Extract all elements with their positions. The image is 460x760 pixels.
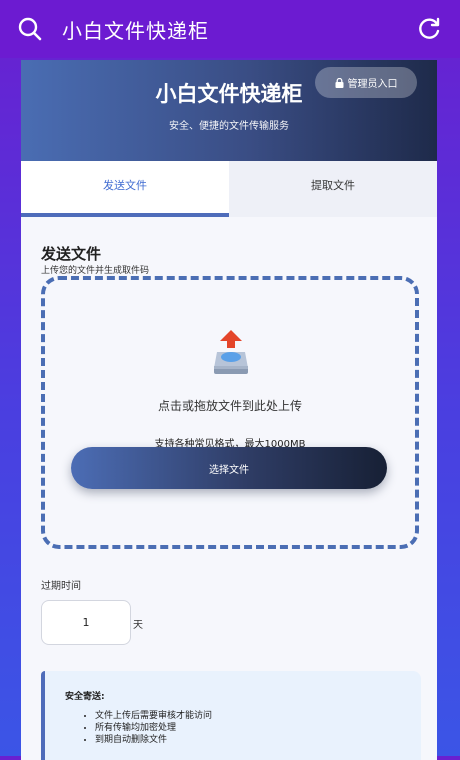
expire-label: 过期时间 <box>41 581 81 592</box>
tab-bar: 发送文件 提取文件 <box>21 161 437 217</box>
choose-file-button[interactable]: 选择文件 <box>71 447 387 489</box>
main-card: 小白文件快递柜 安全、便捷的文件传输服务 管理员入口 发送文件 提取文件 发送文… <box>21 60 437 760</box>
tab-retrieve-file[interactable]: 提取文件 <box>229 161 437 217</box>
upload-tray-icon <box>214 330 248 374</box>
expire-days-input[interactable]: 1 <box>41 600 131 645</box>
hero-banner: 小白文件快递柜 安全、便捷的文件传输服务 管理员入口 <box>21 60 437 161</box>
search-icon[interactable] <box>18 17 42 41</box>
top-app-bar: 小白文件快递柜 <box>0 0 460 58</box>
list-item: 到期自动删除文件 <box>95 734 212 746</box>
notice-list: 文件上传后需要审核才能访问 所有传输均加密处理 到期自动删除文件 <box>65 710 212 746</box>
dropzone-text: 点击或拖放文件到此处上传 <box>157 399 302 413</box>
tab-send-file[interactable]: 发送文件 <box>21 161 229 217</box>
admin-entry-button[interactable]: 管理员入口 <box>315 67 417 98</box>
lock-icon <box>335 77 343 88</box>
list-item: 所有传输均加密处理 <box>95 722 212 734</box>
page-subtitle: 安全、便捷的文件传输服务 <box>169 121 289 132</box>
refresh-icon[interactable] <box>416 16 442 42</box>
notice-title: 安全寄送: <box>65 692 105 702</box>
admin-entry-label: 管理员入口 <box>347 79 398 90</box>
app-title: 小白文件快递柜 <box>62 19 209 43</box>
upload-dropzone[interactable]: 点击或拖放文件到此处上传 支持各种常见格式，最大1000MB 选择文件 <box>41 276 419 549</box>
section-title: 发送文件 <box>41 245 102 263</box>
security-notice: 安全寄送: 文件上传后需要审核才能访问 所有传输均加密处理 到期自动删除文件 <box>41 671 421 760</box>
section-subtitle: 上传您的文件并生成取件码 <box>41 266 150 276</box>
list-item: 文件上传后需要审核才能访问 <box>95 710 212 722</box>
expire-unit: 天 <box>133 620 143 631</box>
